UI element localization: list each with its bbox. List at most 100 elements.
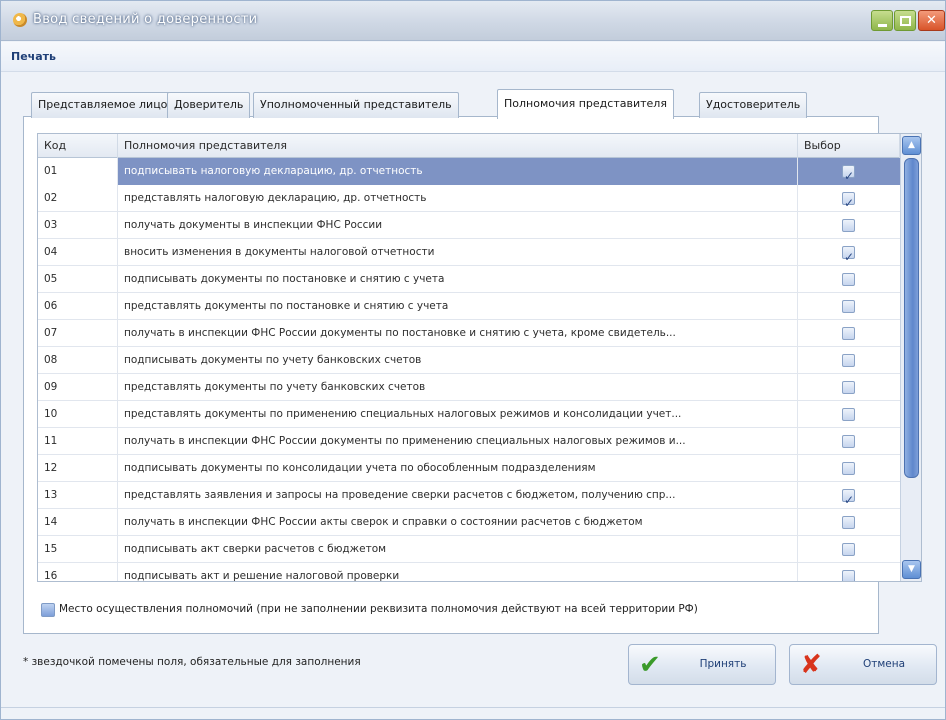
scroll-up-button[interactable]: ▲	[902, 136, 921, 155]
row-code: 16	[38, 563, 118, 581]
bottom-divider	[1, 707, 945, 708]
row-power-name: представлять документы по учету банковск…	[118, 374, 798, 401]
table-row[interactable]: 01 подписывать налоговую декларацию, др. …	[38, 158, 900, 185]
table-row[interactable]: 15 подписывать акт сверки расчетов с бюдж…	[38, 536, 900, 563]
accept-button-label: Принять	[699, 658, 747, 670]
row-power-name: вносить изменения в документы налоговой …	[118, 239, 798, 266]
row-select-checkbox[interactable]	[842, 381, 855, 394]
column-header-powers[interactable]: Полномочия представителя	[118, 134, 798, 158]
maximize-button[interactable]	[894, 10, 916, 31]
tab-representative-powers[interactable]: Полномочия представителя	[497, 89, 674, 119]
maximize-icon	[900, 16, 911, 26]
row-code: 02	[38, 185, 118, 212]
accept-button[interactable]: ✔ Принять	[628, 644, 776, 685]
chevron-down-icon: ▼	[908, 564, 915, 574]
row-select-cell: ✓	[798, 482, 900, 509]
row-select-cell: ✓	[798, 185, 900, 212]
table-row[interactable]: 10 представлять документы по применению с…	[38, 401, 900, 428]
row-select-cell	[798, 320, 900, 347]
place-of-powers-label: Место осуществления полномочий (при не з…	[59, 603, 698, 615]
minimize-button[interactable]	[871, 10, 893, 31]
row-select-checkbox[interactable]: ✓	[842, 246, 855, 264]
table-row[interactable]: 07 получать в инспекции ФНС России докуме…	[38, 320, 900, 347]
row-select-cell	[798, 563, 900, 581]
column-header-select[interactable]: Выбор	[798, 134, 900, 158]
table-row[interactable]: 08 подписывать документы по учету банковс…	[38, 347, 900, 374]
row-select-checkbox[interactable]	[842, 273, 855, 286]
table-row[interactable]: 04 вносить изменения в документы налогово…	[38, 239, 900, 266]
table-row[interactable]: 13 представлять заявления и запросы на пр…	[38, 482, 900, 509]
row-code: 06	[38, 293, 118, 320]
table-row[interactable]: 09 представлять документы по учету банков…	[38, 374, 900, 401]
minimize-icon	[878, 24, 887, 27]
row-code: 08	[38, 347, 118, 374]
row-select-cell: ✓	[798, 239, 900, 266]
checkmark-icon: ✓	[844, 169, 855, 183]
row-power-name: подписывать документы по учету банковски…	[118, 347, 798, 374]
table-row[interactable]: 05 подписывать документы по постановке и …	[38, 266, 900, 293]
dialog-window: Ввод сведений о доверенности ✕ Печать Пр…	[0, 0, 946, 720]
tab-represented-person[interactable]: Представляемое лицо	[31, 92, 175, 118]
grid-header: Код Полномочия представителя Выбор	[38, 134, 900, 158]
row-code: 07	[38, 320, 118, 347]
row-select-checkbox[interactable]	[842, 408, 855, 421]
row-select-cell	[798, 536, 900, 563]
title-bar[interactable]: Ввод сведений о доверенности ✕	[1, 1, 945, 41]
row-power-name: получать документы в инспекции ФНС Росси…	[118, 212, 798, 239]
scroll-down-button[interactable]: ▼	[902, 560, 921, 579]
cancel-button[interactable]: ✘ Отмена	[789, 644, 937, 685]
table-row[interactable]: 11 получать в инспекции ФНС России докуме…	[38, 428, 900, 455]
row-power-name: подписывать налоговую декларацию, др. от…	[118, 158, 798, 185]
row-select-checkbox[interactable]	[842, 219, 855, 232]
row-select-cell	[798, 374, 900, 401]
row-power-name: подписывать документы по постановке и сн…	[118, 266, 798, 293]
cross-icon: ✘	[800, 650, 822, 680]
table-row[interactable]: 03 получать документы в инспекции ФНС Рос…	[38, 212, 900, 239]
powers-grid: Код Полномочия представителя Выбор 01 под…	[37, 133, 922, 582]
row-code: 13	[38, 482, 118, 509]
row-select-cell	[798, 401, 900, 428]
row-select-checkbox[interactable]	[842, 570, 855, 581]
row-power-name: представлять налоговую декларацию, др. о…	[118, 185, 798, 212]
row-select-checkbox[interactable]	[842, 516, 855, 529]
vertical-scrollbar[interactable]: ▲ ▼	[900, 134, 921, 581]
table-row[interactable]: 14 получать в инспекции ФНС России акты с…	[38, 509, 900, 536]
table-row[interactable]: 12 подписывать документы по консолидации …	[38, 455, 900, 482]
row-code: 03	[38, 212, 118, 239]
place-of-powers-checkbox[interactable]	[41, 603, 55, 617]
row-select-checkbox[interactable]	[842, 462, 855, 475]
table-row[interactable]: 02 представлять налоговую декларацию, др.…	[38, 185, 900, 212]
cancel-button-label: Отмена	[862, 658, 906, 670]
tab-principal[interactable]: Доверитель	[167, 92, 251, 118]
row-select-cell	[798, 455, 900, 482]
row-select-checkbox[interactable]: ✓	[842, 165, 855, 183]
row-select-cell	[798, 266, 900, 293]
scroll-thumb[interactable]	[904, 158, 919, 478]
row-code: 05	[38, 266, 118, 293]
row-select-checkbox[interactable]	[842, 327, 855, 340]
window-title: Ввод сведений о доверенности	[33, 12, 258, 27]
row-power-name: подписывать акт сверки расчетов с бюджет…	[118, 536, 798, 563]
row-power-name: получать в инспекции ФНС России акты све…	[118, 509, 798, 536]
column-header-code[interactable]: Код	[38, 134, 118, 158]
table-row[interactable]: 06 представлять документы по постановке и…	[38, 293, 900, 320]
row-select-checkbox[interactable]	[842, 354, 855, 367]
row-select-checkbox[interactable]	[842, 435, 855, 448]
menu-print[interactable]: Печать	[11, 50, 56, 63]
row-select-checkbox[interactable]: ✓	[842, 489, 855, 507]
checkmark-icon: ✔	[639, 650, 661, 680]
tab-authorized-representative[interactable]: Уполномоченный представитель	[253, 92, 459, 118]
row-power-name: получать в инспекции ФНС России документ…	[118, 428, 798, 455]
table-row[interactable]: 16 подписывать акт и решение налоговой пр…	[38, 563, 900, 581]
menu-bar: Печать	[1, 42, 945, 72]
tab-certifier[interactable]: Удостоверитель	[699, 92, 808, 118]
row-select-checkbox[interactable]: ✓	[842, 192, 855, 210]
close-button[interactable]: ✕	[918, 10, 945, 31]
chevron-up-icon: ▲	[908, 140, 915, 150]
row-select-cell	[798, 293, 900, 320]
row-power-name: подписывать документы по консолидации уч…	[118, 455, 798, 482]
row-select-checkbox[interactable]	[842, 300, 855, 313]
row-code: 11	[38, 428, 118, 455]
checkmark-icon: ✓	[844, 250, 855, 264]
row-select-checkbox[interactable]	[842, 543, 855, 556]
